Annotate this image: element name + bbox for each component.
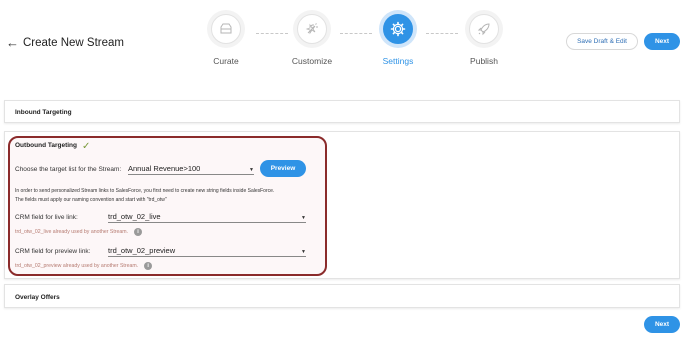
step-label: Customize [291,56,333,66]
warning-text: trd_otw_02_live already used by another … [15,229,129,235]
warning-text: trd_otw_02_preview already used by anoth… [15,263,139,269]
step-connector [340,33,372,34]
step-customize[interactable]: Customize [286,14,338,66]
step-label: Publish [470,56,498,66]
info-icon[interactable]: i [144,262,153,270]
step-label: Curate [213,56,239,66]
chevron-down-icon: ▼ [301,215,306,221]
select-value: trd_otw_02_preview [108,246,176,255]
chevron-down-icon: ▼ [301,249,306,255]
chevron-down-icon: ▼ [249,167,254,173]
target-list-select[interactable]: Annual Revenue>100 ▼ [128,163,254,175]
rocket-icon [469,14,499,44]
next-button-bottom[interactable]: Next [644,316,680,333]
overlay-offers-panel[interactable]: Overlay Offers [4,284,680,308]
tray-icon [211,14,241,44]
info-text-line1: In order to send personalized Stream lin… [15,188,275,194]
step-publish[interactable]: Publish [458,14,510,66]
back-arrow-icon[interactable]: ← [6,35,19,50]
target-list-label: Choose the target list for the Stream: [15,166,122,173]
step-connector [426,33,458,34]
live-link-select[interactable]: trd_otw_02_live ▼ [108,211,306,223]
preview-link-select[interactable]: trd_otw_02_preview ▼ [108,245,306,257]
preview-link-warning: trd_otw_02_preview already used by anoth… [15,262,153,270]
step-label: Settings [382,56,414,66]
section-title: Outbound Targeting [15,142,77,149]
inbound-targeting-panel[interactable]: Inbound Targeting [4,100,680,123]
check-icon: ✓ [82,141,91,152]
preview-button[interactable]: Preview [260,160,306,177]
save-draft-button[interactable]: Save Draft & Edit [566,33,638,50]
info-icon[interactable]: i [134,228,143,236]
section-title: Overlay Offers [15,294,60,301]
progress-stepper: Curate Customize Settings Publish [200,14,520,74]
preview-link-label: CRM field for preview link: [15,248,91,255]
live-link-warning: trd_otw_02_live already used by another … [15,228,143,236]
step-curate[interactable]: Curate [200,14,252,66]
page-title: Create New Stream [23,36,124,49]
section-title: Inbound Targeting [15,109,72,116]
step-settings[interactable]: Settings [372,14,424,66]
back-button[interactable]: ← Create New Stream [6,35,124,50]
info-text-line2: The fields must apply our naming convent… [15,197,167,203]
magic-wand-icon [297,14,327,44]
select-value: Annual Revenue>100 [128,164,201,173]
gear-icon [383,14,413,44]
step-connector [256,33,288,34]
header-bar: ← Create New Stream Curate Customize Set… [0,0,688,82]
next-button[interactable]: Next [644,33,680,50]
live-link-label: CRM field for live link: [15,214,78,221]
select-value: trd_otw_02_live [108,212,161,221]
